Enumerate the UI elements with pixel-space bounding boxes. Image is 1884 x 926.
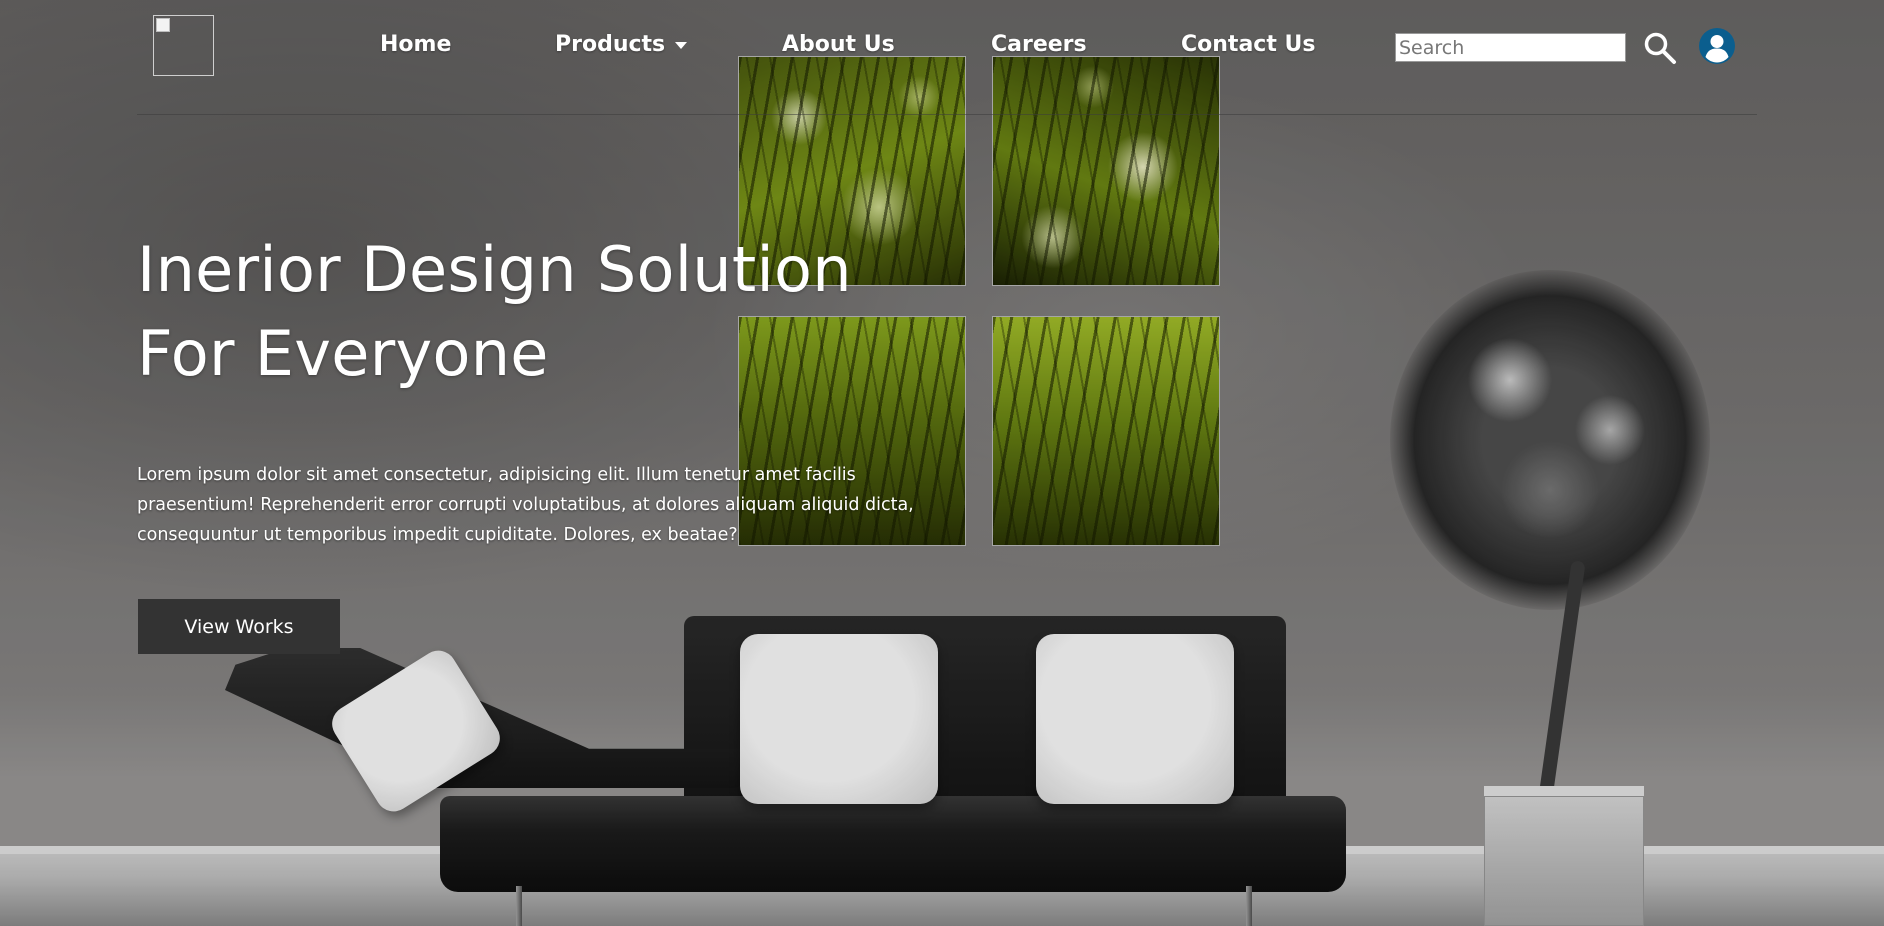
nav-link-careers[interactable]: Careers [991, 32, 1087, 57]
nav-link-about-us[interactable]: About Us [782, 32, 895, 57]
search-icon[interactable] [1643, 31, 1677, 65]
hero-title-line-2: For Everyone [137, 317, 549, 390]
hero-title-line-1: Inerior Design Solution [137, 233, 852, 306]
nav-link-products[interactable]: Products [555, 32, 688, 57]
nav-link-products-label: Products [555, 32, 666, 57]
hero-title: Inerior Design Solution For Everyone [137, 228, 897, 396]
nav-link-contact-us[interactable]: Contact Us [1181, 32, 1315, 57]
search-input[interactable] [1395, 33, 1626, 62]
site-logo[interactable] [153, 15, 214, 76]
header-divider [137, 114, 1757, 115]
user-circle-icon[interactable] [1698, 27, 1736, 65]
nav-link-home[interactable]: Home [380, 32, 451, 57]
broken-image-icon [156, 18, 170, 32]
hero-description: Lorem ipsum dolor sit amet consectetur, … [137, 465, 914, 545]
view-works-button[interactable]: View Works [138, 599, 340, 654]
chevron-down-icon [675, 41, 688, 49]
